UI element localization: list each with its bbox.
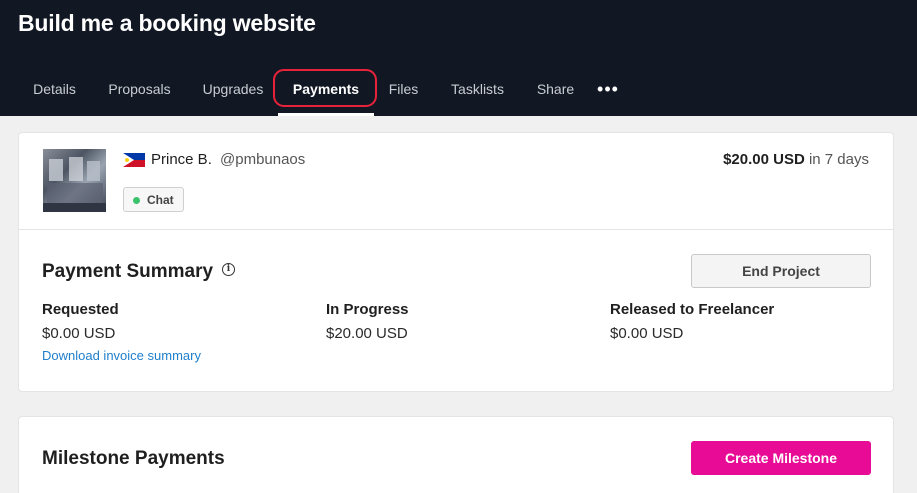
summary-requested: Requested $0.00 USD Download invoice sum…	[42, 301, 201, 363]
released-label: Released to Freelancer	[610, 301, 775, 318]
active-tab-indicator	[278, 113, 374, 116]
project-header: Build me a booking website Details Propo…	[0, 0, 917, 116]
end-project-button[interactable]: End Project	[691, 254, 871, 288]
payment-summary-title: Payment Summary	[42, 261, 214, 282]
freelancer-name[interactable]: Prince B.	[151, 151, 212, 168]
tab-payments[interactable]: Payments	[278, 66, 374, 116]
tab-details[interactable]: Details	[18, 66, 91, 116]
budget-amount: $20.00 USD	[723, 151, 805, 168]
tab-upgrades[interactable]: Upgrades	[188, 66, 278, 116]
budget-due: in 7 days	[808, 151, 869, 168]
tab-tasklists[interactable]: Tasklists	[433, 66, 522, 116]
philippines-flag-icon	[123, 153, 145, 167]
tab-proposals[interactable]: Proposals	[91, 66, 188, 116]
chat-button[interactable]: Chat	[123, 187, 184, 212]
in-progress-label: In Progress	[326, 301, 409, 318]
project-budget: $20.00 USD in 7 days	[723, 151, 869, 168]
requested-label: Requested	[42, 301, 119, 318]
summary-in-progress: In Progress $20.00 USD	[326, 301, 409, 342]
freelancer-handle: @pmbunaos	[220, 151, 306, 168]
milestone-payments-card: Milestone Payments Create Milestone	[18, 416, 894, 493]
create-milestone-button[interactable]: Create Milestone	[691, 441, 871, 475]
requested-value: $0.00 USD	[42, 325, 116, 342]
tab-payments-label: Payments	[292, 81, 360, 97]
in-progress-value: $20.00 USD	[326, 325, 408, 342]
more-horizontal-icon[interactable]: •••	[594, 66, 622, 116]
milestone-payments-title: Milestone Payments	[42, 448, 225, 469]
freelancer-avatar[interactable]	[43, 149, 106, 212]
tab-share[interactable]: Share	[522, 66, 589, 116]
project-payment-card: Prince B. @pmbunaos Chat $20.00 USD in 7…	[18, 132, 894, 392]
tab-files[interactable]: Files	[374, 66, 433, 116]
summary-released: Released to Freelancer $0.00 USD	[610, 301, 774, 342]
info-icon[interactable]: i	[222, 263, 235, 276]
released-value: $0.00 USD	[610, 325, 684, 342]
chat-button-label: Chat	[147, 193, 174, 207]
online-status-icon	[133, 197, 140, 204]
project-title: Build me a booking website	[18, 10, 316, 36]
divider	[19, 229, 893, 230]
download-invoice-link[interactable]: Download invoice summary	[42, 348, 201, 363]
